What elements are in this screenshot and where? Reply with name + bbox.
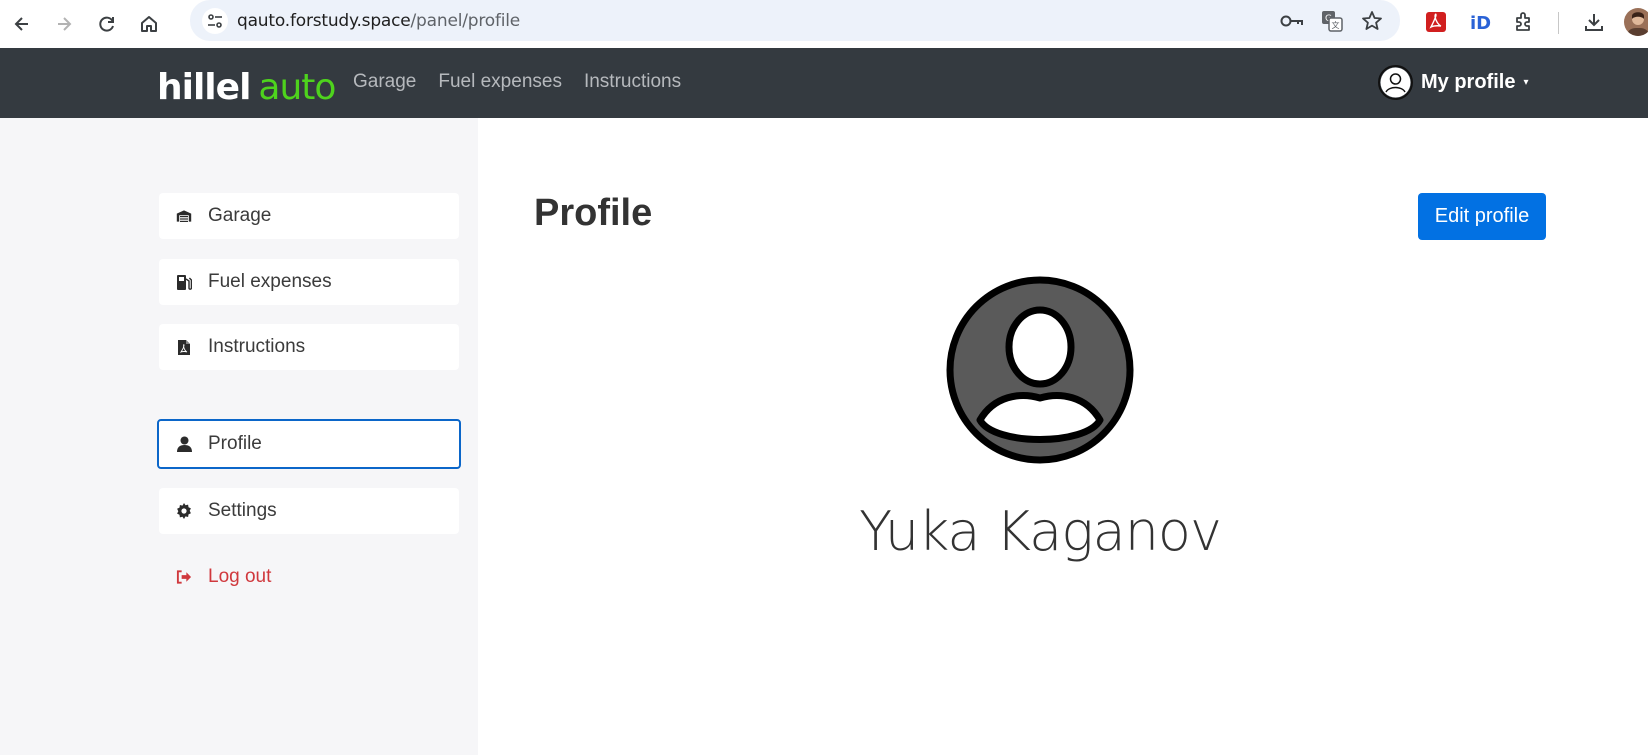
user-avatar-placeholder-icon bbox=[946, 276, 1134, 464]
pdf-extension-icon[interactable] bbox=[1422, 8, 1450, 36]
user-full-name: Yuka Kaganov bbox=[859, 500, 1222, 563]
gear-icon bbox=[176, 502, 192, 520]
logo-text-auto: auto bbox=[258, 67, 336, 108]
garage-icon bbox=[176, 207, 192, 225]
top-navigation: Garage Fuel expenses Instructions bbox=[353, 71, 681, 93]
page-title: Profile bbox=[534, 192, 653, 234]
id-extension-icon[interactable]: iD bbox=[1466, 8, 1494, 36]
password-key-icon[interactable] bbox=[1280, 9, 1304, 33]
profile-avatar-icon bbox=[1378, 65, 1413, 100]
edit-profile-button[interactable]: Edit profile bbox=[1418, 193, 1546, 240]
nav-link-instructions[interactable]: Instructions bbox=[584, 71, 681, 93]
profile-photo-avatar bbox=[946, 276, 1134, 464]
sidebar-item-label: Instructions bbox=[208, 336, 306, 357]
user-avatar-icon[interactable] bbox=[1624, 8, 1648, 36]
hillel-auto-logo[interactable]: hillel auto bbox=[157, 58, 336, 108]
sidebar-item-label: Settings bbox=[208, 500, 277, 521]
url-host: qauto.forstudy.space bbox=[237, 11, 411, 31]
toolbar-divider bbox=[1558, 12, 1559, 34]
user-icon bbox=[176, 435, 192, 453]
my-profile-dropdown[interactable]: My profile ▾ bbox=[1378, 65, 1528, 100]
my-profile-label: My profile bbox=[1421, 71, 1516, 93]
sidebar-item-fuel-expenses[interactable]: Fuel expenses bbox=[159, 259, 459, 305]
fuel-pump-icon bbox=[176, 273, 192, 291]
extensions-puzzle-icon[interactable] bbox=[1510, 8, 1538, 36]
chevron-down-icon: ▾ bbox=[1523, 77, 1529, 88]
svg-text:iD: iD bbox=[1470, 13, 1491, 33]
nav-link-fuel-expenses[interactable]: Fuel expenses bbox=[438, 71, 562, 93]
sidebar-item-label: Log out bbox=[208, 566, 272, 587]
browser-toolbar: qauto.forstudy.space/panel/profile G文 iD bbox=[0, 0, 1648, 48]
bookmark-star-icon[interactable] bbox=[1360, 9, 1384, 33]
url-path: /panel/profile bbox=[410, 11, 521, 31]
sidebar-item-label: Fuel expenses bbox=[208, 271, 332, 292]
sidebar-item-settings[interactable]: Settings bbox=[159, 488, 459, 534]
logo-text-hillel: hillel bbox=[157, 67, 251, 108]
address-bar[interactable]: qauto.forstudy.space/panel/profile G文 bbox=[190, 0, 1400, 41]
svg-text:文: 文 bbox=[1332, 20, 1340, 30]
translate-icon[interactable]: G文 bbox=[1320, 9, 1344, 33]
sidebar-item-profile[interactable]: Profile bbox=[157, 419, 461, 469]
sidebar-item-garage[interactable]: Garage bbox=[159, 193, 459, 239]
sidebar-item-label: Garage bbox=[208, 205, 272, 226]
url-text: qauto.forstudy.space/panel/profile bbox=[237, 11, 520, 31]
sidebar-item-instructions[interactable]: Instructions bbox=[159, 324, 459, 370]
logout-icon bbox=[176, 568, 192, 586]
app-header: hillel auto Garage Fuel expenses Instruct… bbox=[0, 48, 1648, 118]
home-icon[interactable] bbox=[133, 8, 165, 40]
reload-icon[interactable] bbox=[91, 8, 123, 40]
nav-link-garage[interactable]: Garage bbox=[353, 71, 416, 93]
forward-icon[interactable] bbox=[48, 8, 80, 40]
pdf-file-icon bbox=[176, 338, 192, 356]
sidebar-item-label: Profile bbox=[208, 433, 262, 454]
sidebar-item-logout[interactable]: Log out bbox=[159, 554, 459, 600]
site-settings-icon[interactable] bbox=[202, 8, 228, 34]
back-icon[interactable] bbox=[6, 8, 38, 40]
download-icon[interactable] bbox=[1580, 8, 1608, 36]
